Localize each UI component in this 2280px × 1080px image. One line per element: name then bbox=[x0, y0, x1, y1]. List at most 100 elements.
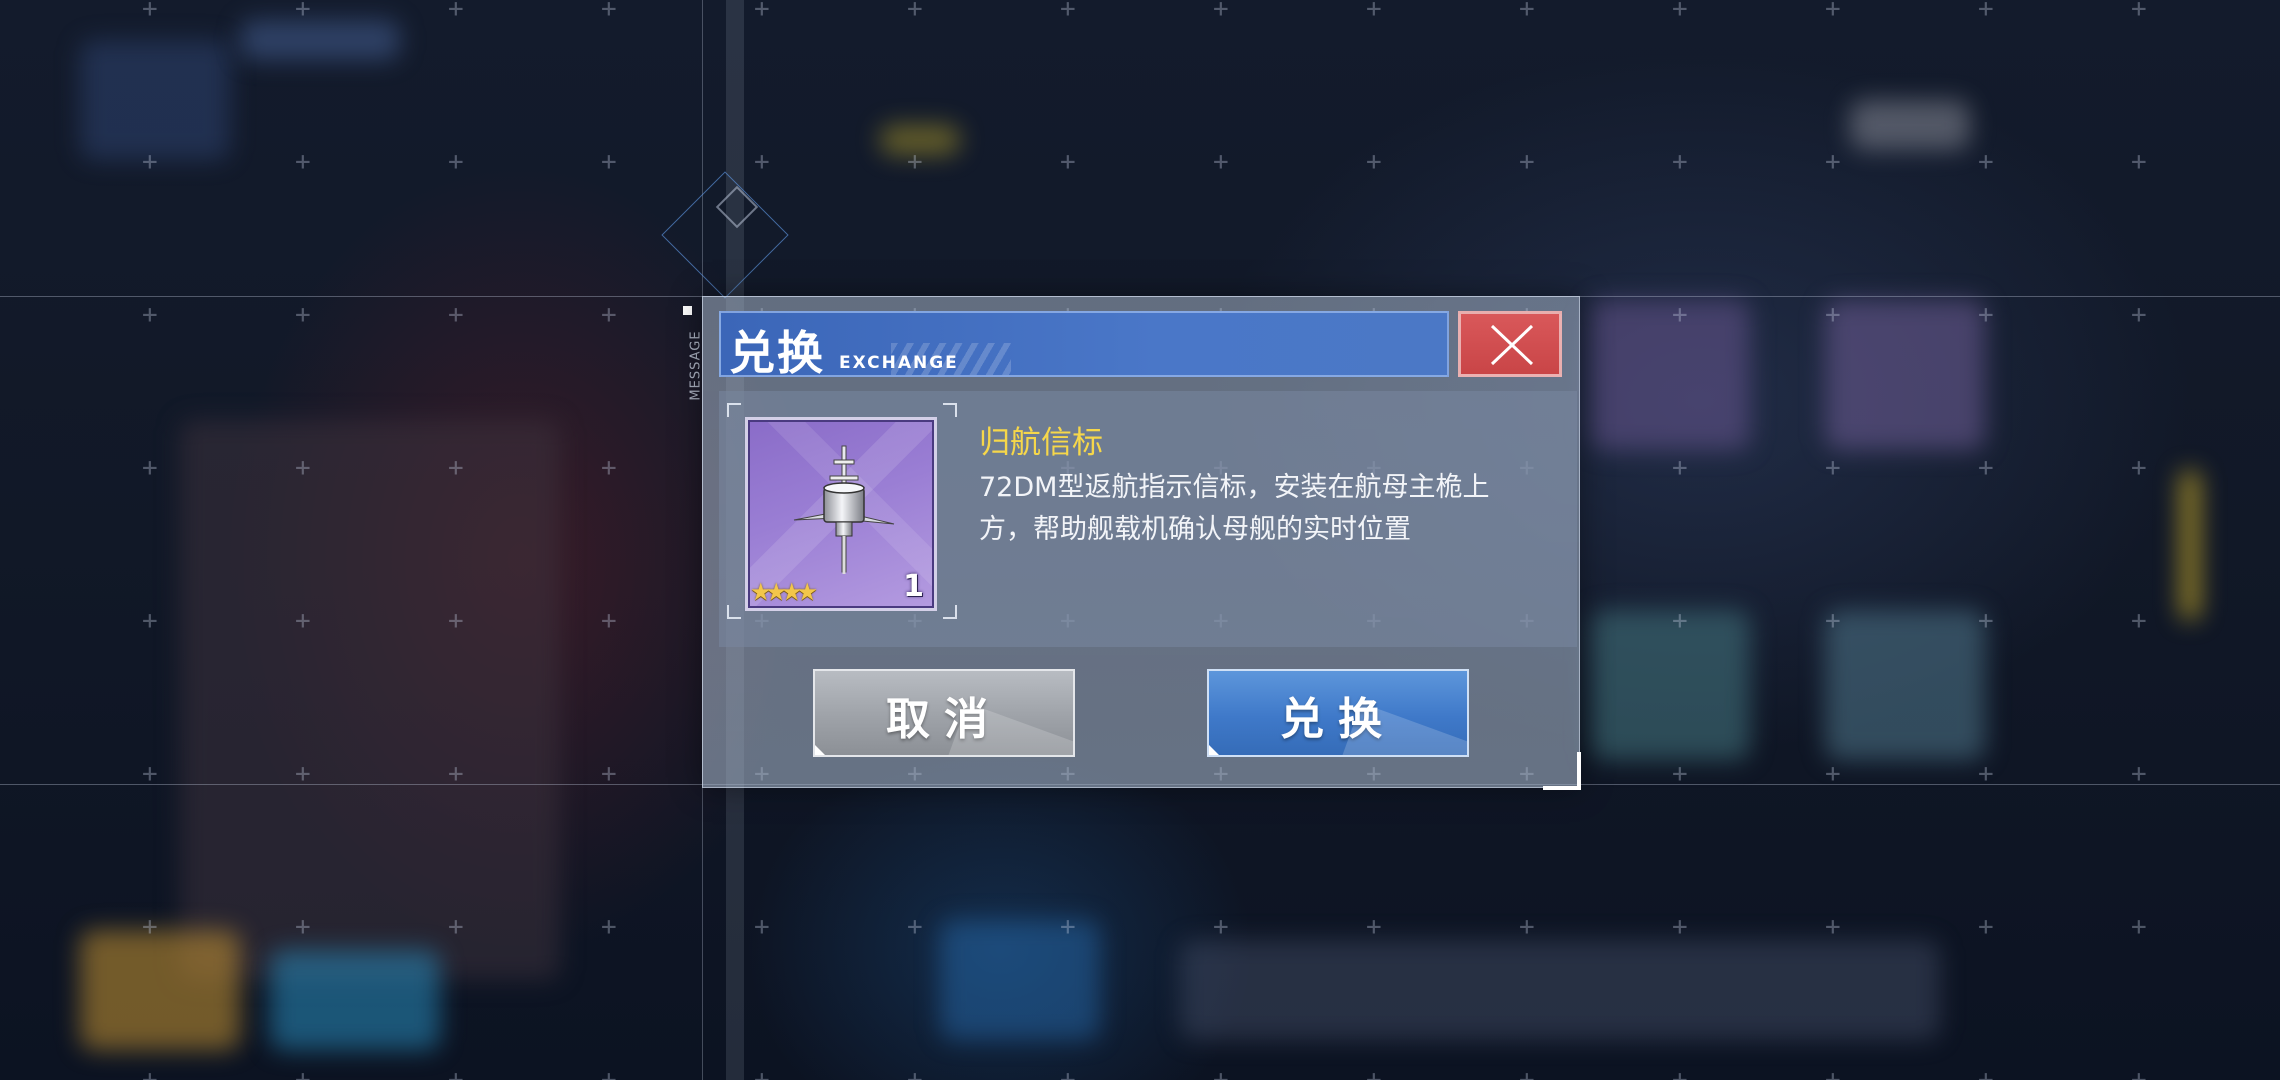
grid-plus-mark: + bbox=[1978, 912, 1994, 942]
grid-plus-mark: + bbox=[601, 606, 617, 636]
grid-plus-mark: + bbox=[295, 606, 311, 636]
dialog-subtitle: EXCHANGE bbox=[839, 353, 959, 373]
grid-plus-mark: + bbox=[2131, 300, 2147, 330]
grid-plus-mark: + bbox=[1825, 0, 1841, 24]
message-tag: MESSAGE bbox=[678, 304, 704, 424]
grid-plus-mark: + bbox=[1672, 453, 1688, 483]
item-name: 归航信标 bbox=[979, 425, 1103, 461]
grid-plus-mark: + bbox=[1060, 912, 1076, 942]
grid-plus-mark: + bbox=[295, 759, 311, 789]
grid-plus-mark: + bbox=[1366, 912, 1382, 942]
grid-plus-mark: + bbox=[2131, 759, 2147, 789]
grid-plus-mark: + bbox=[448, 300, 464, 330]
grid-plus-mark: + bbox=[2131, 1065, 2147, 1080]
grid-plus-mark: + bbox=[1213, 0, 1229, 24]
grid-plus-mark: + bbox=[1978, 1065, 1994, 1080]
grid-plus-mark: + bbox=[601, 912, 617, 942]
grid-plus-mark: + bbox=[142, 300, 158, 330]
grid-plus-mark: + bbox=[295, 1065, 311, 1080]
grid-plus-mark: + bbox=[1978, 147, 1994, 177]
item-quantity: 1 bbox=[903, 569, 924, 604]
grid-plus-mark: + bbox=[1060, 0, 1076, 24]
grid-plus-mark: + bbox=[1060, 147, 1076, 177]
item-info-panel: ★★★★ 1 归航信标 72DM型返航指示信标，安装在航母主桅上方，帮助舰载机确… bbox=[719, 391, 1577, 647]
dialog-title-bar: 兑换 EXCHANGE bbox=[719, 311, 1449, 377]
bg-blob bbox=[80, 40, 230, 160]
exchange-button-label: 兑换 bbox=[1280, 694, 1396, 745]
cancel-button-label: 取消 bbox=[886, 694, 1002, 745]
decorative-diamond bbox=[661, 171, 789, 299]
grid-plus-mark: + bbox=[142, 453, 158, 483]
grid-plus-mark: + bbox=[1825, 759, 1841, 789]
grid-plus-mark: + bbox=[1672, 147, 1688, 177]
grid-plus-mark: + bbox=[1672, 759, 1688, 789]
item-frame: ★★★★ 1 bbox=[727, 403, 957, 619]
frame-corner bbox=[727, 605, 741, 619]
grid-plus-mark: + bbox=[907, 147, 923, 177]
grid-plus-mark: + bbox=[1060, 1065, 1076, 1080]
grid-plus-mark: + bbox=[1213, 1065, 1229, 1080]
grid-plus-mark: + bbox=[601, 453, 617, 483]
grid-plus-mark: + bbox=[601, 300, 617, 330]
grid-plus-mark: + bbox=[2131, 147, 2147, 177]
grid-plus-mark: + bbox=[601, 759, 617, 789]
bg-blob bbox=[240, 20, 400, 60]
grid-plus-mark: + bbox=[295, 300, 311, 330]
grid-plus-mark: + bbox=[448, 453, 464, 483]
grid-plus-mark: + bbox=[1366, 0, 1382, 24]
grid-plus-mark: + bbox=[448, 1065, 464, 1080]
grid-plus-mark: + bbox=[1672, 606, 1688, 636]
grid-plus-mark: + bbox=[1213, 147, 1229, 177]
grid-plus-mark: + bbox=[1978, 0, 1994, 24]
grid-plus-mark: + bbox=[448, 147, 464, 177]
grid-plus-mark: + bbox=[601, 1065, 617, 1080]
grid-plus-mark: + bbox=[1978, 759, 1994, 789]
grid-plus-mark: + bbox=[142, 147, 158, 177]
frame-corner bbox=[943, 403, 957, 417]
grid-plus-mark: + bbox=[754, 912, 770, 942]
grid-plus-mark: + bbox=[295, 147, 311, 177]
grid-plus-mark: + bbox=[1519, 912, 1535, 942]
grid-plus-mark: + bbox=[1672, 1065, 1688, 1080]
bg-blob bbox=[1825, 610, 1985, 760]
beacon-icon bbox=[793, 445, 895, 574]
grid-plus-mark: + bbox=[1672, 0, 1688, 24]
grid-plus-mark: + bbox=[754, 0, 770, 24]
exchange-button[interactable]: 兑换 bbox=[1207, 669, 1469, 757]
grid-plus-mark: + bbox=[907, 912, 923, 942]
bg-blob bbox=[1850, 100, 1970, 150]
grid-plus-mark: + bbox=[448, 0, 464, 24]
grid-plus-mark: + bbox=[1213, 912, 1229, 942]
grid-plus-mark: + bbox=[1519, 0, 1535, 24]
grid-plus-mark: + bbox=[2131, 0, 2147, 24]
grid-plus-mark: + bbox=[295, 453, 311, 483]
grid-plus-mark: + bbox=[2131, 453, 2147, 483]
grid-plus-mark: + bbox=[1672, 912, 1688, 942]
rarity-stars: ★★★★ bbox=[750, 578, 818, 606]
grid-plus-mark: + bbox=[1825, 606, 1841, 636]
grid-plus-mark: + bbox=[754, 1065, 770, 1080]
bg-blob bbox=[80, 930, 240, 1050]
grid-plus-mark: + bbox=[1825, 300, 1841, 330]
exchange-dialog: 兑换 EXCHANGE ★★★★ 1 归航信标 72DM型返航指示信标，安装在航… bbox=[702, 296, 1580, 788]
grid-plus-mark: + bbox=[1978, 453, 1994, 483]
close-button[interactable] bbox=[1458, 311, 1562, 377]
grid-plus-mark: + bbox=[142, 0, 158, 24]
dialog-corner-accent bbox=[1543, 752, 1581, 790]
item-description: 72DM型返航指示信标，安装在航母主桅上方，帮助舰载机确认母舰的实时位置 bbox=[979, 472, 1490, 545]
grid-plus-mark: + bbox=[142, 606, 158, 636]
grid-plus-mark: + bbox=[1978, 606, 1994, 636]
grid-plus-mark: + bbox=[142, 1065, 158, 1080]
grid-plus-mark: + bbox=[1825, 453, 1841, 483]
grid-plus-mark: + bbox=[1978, 300, 1994, 330]
grid-plus-mark: + bbox=[907, 0, 923, 24]
item-card[interactable]: ★★★★ 1 bbox=[745, 417, 937, 611]
grid-plus-mark: + bbox=[448, 606, 464, 636]
grid-plus-mark: + bbox=[1825, 912, 1841, 942]
bg-blob bbox=[1825, 300, 1985, 450]
grid-plus-mark: + bbox=[1825, 1065, 1841, 1080]
button-notch bbox=[815, 745, 825, 755]
grid-plus-mark: + bbox=[2131, 606, 2147, 636]
grid-plus-mark: + bbox=[448, 759, 464, 789]
cancel-button[interactable]: 取消 bbox=[813, 669, 1075, 757]
